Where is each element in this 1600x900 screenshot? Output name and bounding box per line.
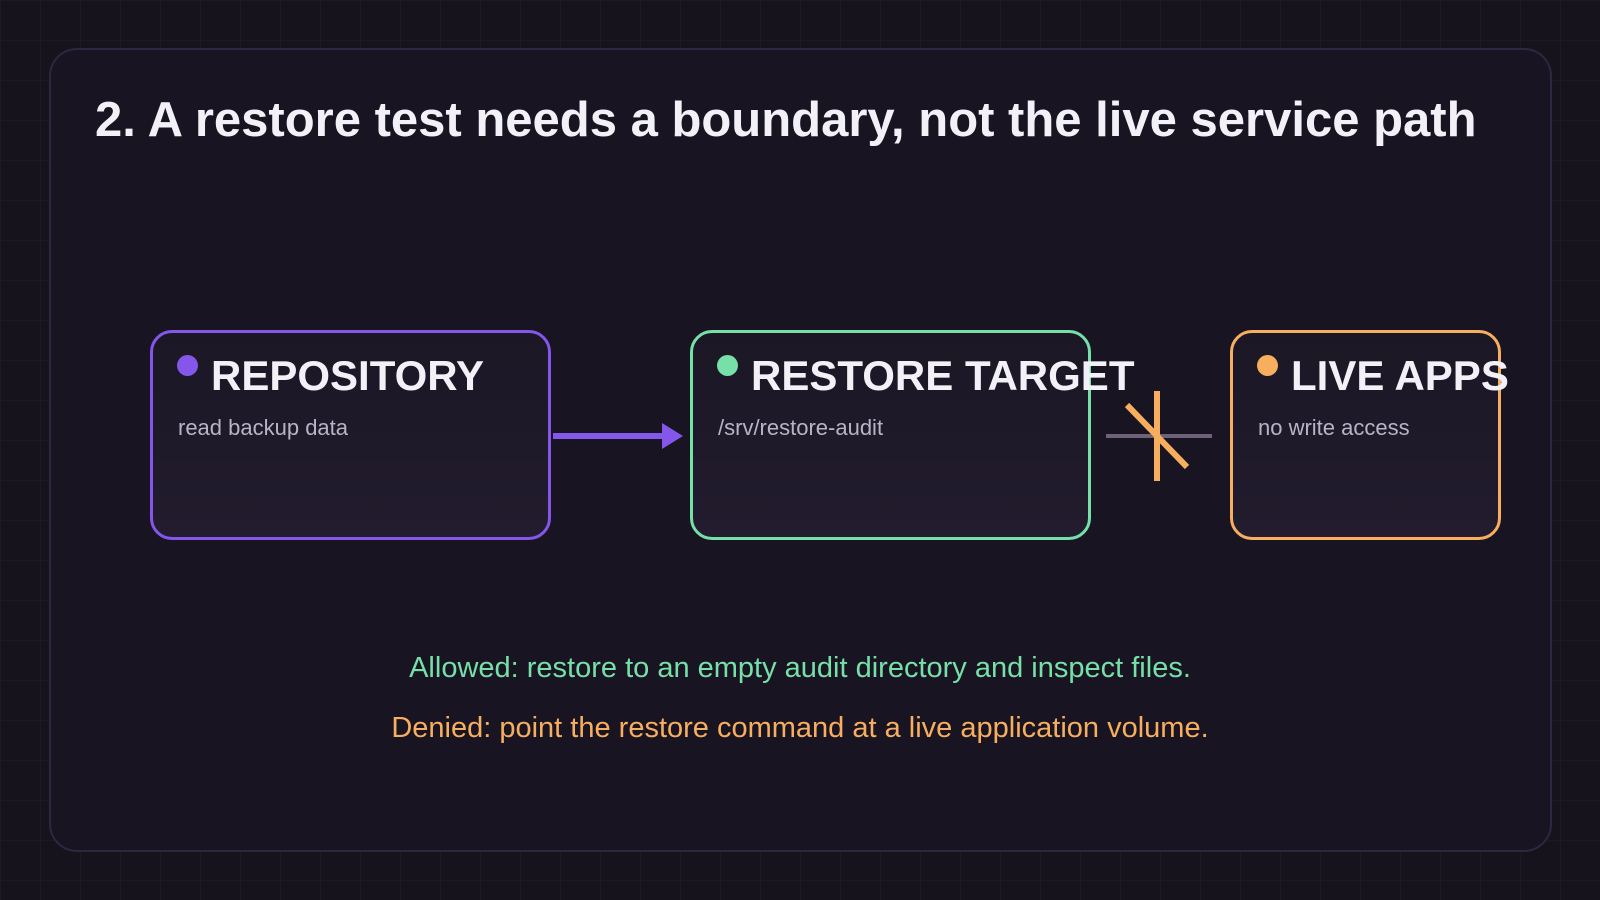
denied-note: Denied: point the restore command at a l… [391, 712, 1209, 744]
blocked-connection [1106, 391, 1212, 481]
allowed-arrow-head [662, 423, 683, 449]
allowed-arrow [553, 423, 683, 449]
allowed-note: Allowed: restore to an empty audit direc… [409, 652, 1191, 684]
connectors [553, 391, 1212, 481]
